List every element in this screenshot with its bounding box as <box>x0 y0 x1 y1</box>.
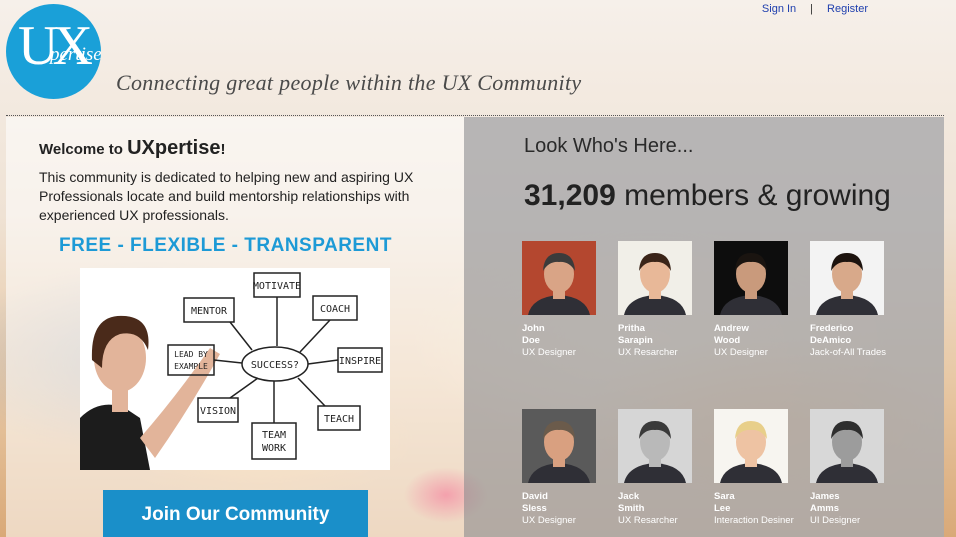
member-photo[interactable] <box>618 409 692 483</box>
member-name[interactable]: James Amms <box>810 491 896 515</box>
header-divider <box>6 115 944 116</box>
join-community-button[interactable]: Join Our Community <box>103 490 368 537</box>
member-card[interactable]: Sara Lee Interaction Desiner <box>714 409 800 527</box>
member-last-name: Sarapin <box>618 335 653 346</box>
diagram-node-mentor: MENTOR <box>191 306 228 317</box>
member-last-name: Doe <box>522 335 540 346</box>
welcome-panel: Welcome to UXpertise! This community is … <box>6 117 464 537</box>
welcome-suffix: ! <box>220 141 226 158</box>
member-role: UX Resarcher <box>618 347 678 358</box>
diagram-node-teach: TEACH <box>324 414 354 425</box>
member-photo[interactable] <box>618 241 692 315</box>
member-role: UX Designer <box>714 347 768 358</box>
member-name[interactable]: Andrew Wood <box>714 323 800 347</box>
member-last-name: Wood <box>714 335 741 346</box>
site-tagline: Connecting great people within the UX Co… <box>116 70 582 95</box>
sign-in-link[interactable]: Sign In <box>762 3 796 15</box>
member-name[interactable]: Jack Smith <box>618 491 704 515</box>
member-name[interactable]: Pritha Sarapin <box>618 323 704 347</box>
member-count-suffix: members & growing <box>615 179 891 212</box>
logo-pertise-text: pertise <box>50 44 101 65</box>
member-first-name: Andrew <box>714 323 749 334</box>
member-photo[interactable] <box>714 241 788 315</box>
member-last-name: Smith <box>618 503 645 514</box>
diagram-center-label: SUCCESS? <box>251 360 299 371</box>
member-card[interactable]: Frederico DeAmico Jack-of-All Trades <box>810 241 896 359</box>
member-role: UX Designer <box>522 515 576 526</box>
member-role: UI Designer <box>810 515 861 526</box>
member-role: Interaction Desiner <box>714 515 794 526</box>
member-role: UX Resarcher <box>618 515 678 526</box>
diagram-node-motivate: MOTIVATE <box>253 281 301 292</box>
member-first-name: Jack <box>618 491 640 502</box>
diagram-node-coach: COACH <box>320 304 350 315</box>
member-card[interactable]: James Amms UI Designer <box>810 409 896 527</box>
member-last-name: Amms <box>810 503 840 514</box>
member-photo[interactable] <box>810 241 884 315</box>
slogan: FREE - FLEXIBLE - TRANSPARENT <box>59 235 392 256</box>
member-photo[interactable] <box>810 409 884 483</box>
member-last-name: Sless <box>522 503 547 514</box>
member-count-number: 31,209 <box>524 179 616 212</box>
member-first-name: Sara <box>714 491 735 502</box>
member-photo[interactable] <box>522 241 596 315</box>
member-card[interactable]: Jack Smith UX Resarcher <box>618 409 704 527</box>
member-first-name: David <box>522 491 548 502</box>
member-photo[interactable] <box>714 409 788 483</box>
member-card[interactable]: Pritha Sarapin UX Resarcher <box>618 241 704 359</box>
member-first-name: James <box>810 491 840 502</box>
diagram-node-team: TEAM <box>262 430 286 441</box>
member-last-name: Lee <box>714 503 731 514</box>
member-name[interactable]: Sara Lee <box>714 491 800 515</box>
member-card[interactable]: David Sless UX Designer <box>522 409 608 527</box>
member-count: 31,209 members & growing <box>524 179 891 213</box>
member-card[interactable]: John Doe UX Designer <box>522 241 608 359</box>
member-role: UX Designer <box>522 347 576 358</box>
member-first-name: Frederico <box>810 323 854 334</box>
welcome-brand: UXpertise <box>127 137 221 159</box>
members-heading: Look Who's Here... <box>524 135 694 157</box>
diagram-node-vision: VISION <box>200 406 236 417</box>
diagram-node-work: WORK <box>262 443 286 454</box>
member-first-name: Pritha <box>618 323 645 334</box>
welcome-prefix: Welcome to <box>39 141 128 158</box>
welcome-heading: Welcome to UXpertise! <box>39 137 225 160</box>
link-separator: | <box>810 3 814 15</box>
members-panel: Look Who's Here... 31,209 members & grow… <box>464 117 944 537</box>
uxpertise-logo[interactable]: UX pertise <box>6 4 101 99</box>
member-card[interactable]: Andrew Wood UX Designer <box>714 241 800 359</box>
hero-image: SUCCESS? MENTOR MOTIVATE COACH LEAD BY E… <box>80 268 390 470</box>
diagram-node-example: EXAMPLE <box>174 362 208 371</box>
top-links: Sign In | Register <box>762 3 868 15</box>
diagram-node-lead-by: LEAD BY <box>174 350 208 359</box>
register-link[interactable]: Register <box>827 3 868 15</box>
member-photo[interactable] <box>522 409 596 483</box>
welcome-intro: This community is dedicated to helping n… <box>39 169 414 223</box>
member-first-name: John <box>522 323 545 334</box>
member-name[interactable]: John Doe <box>522 323 608 347</box>
member-name[interactable]: Frederico DeAmico <box>810 323 896 347</box>
member-last-name: DeAmico <box>810 335 852 346</box>
diagram-node-inspire: INSPIRE <box>339 356 381 367</box>
member-name[interactable]: David Sless <box>522 491 608 515</box>
member-role: Jack-of-All Trades <box>810 347 887 358</box>
